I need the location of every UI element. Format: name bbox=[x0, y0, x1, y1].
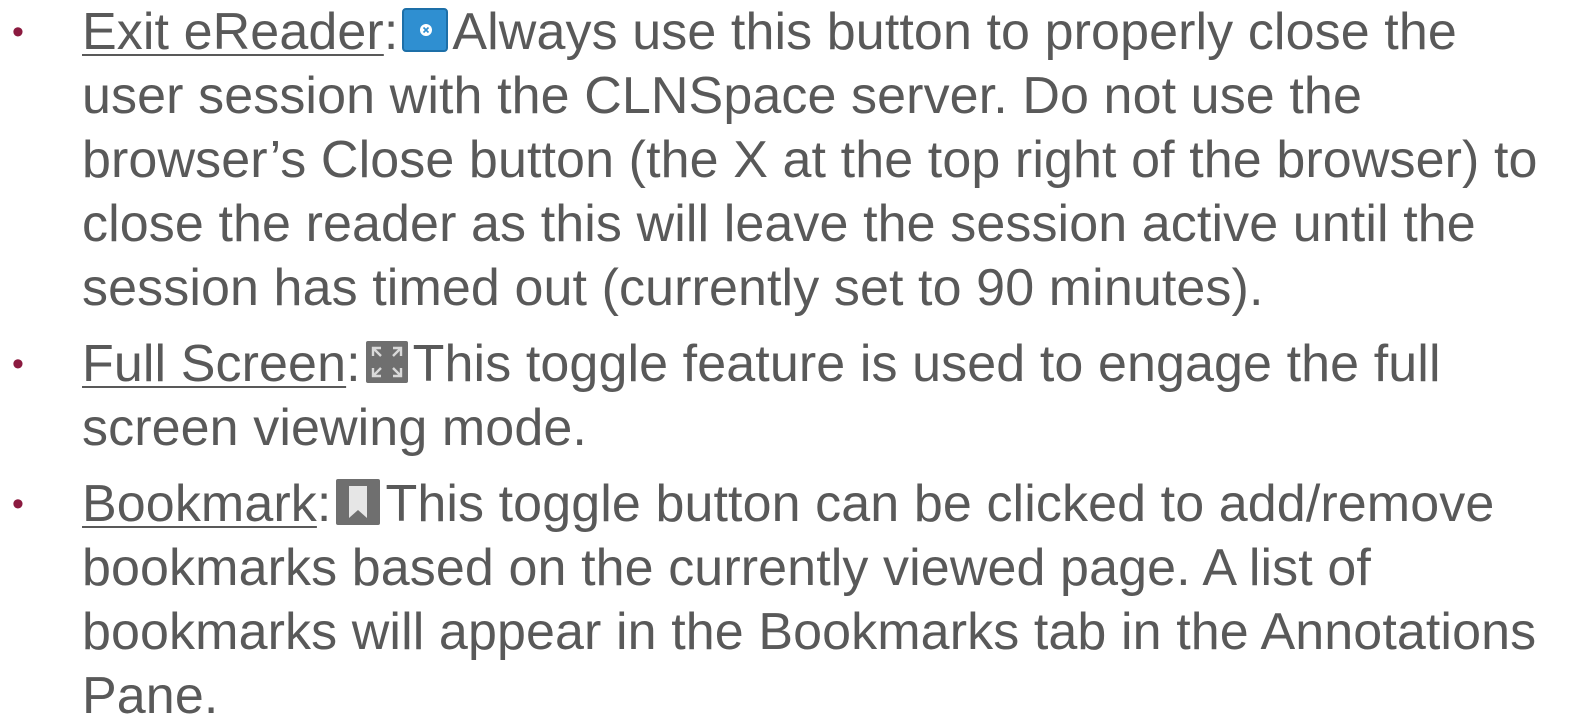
bookmark-icon bbox=[335, 478, 381, 526]
term-full-screen: Full Screen bbox=[82, 335, 347, 393]
term-separator: : bbox=[346, 335, 361, 393]
bullet-dot: • bbox=[12, 13, 25, 51]
bullet-bookmark: • Bookmark: This toggle button can be cli… bbox=[0, 472, 1581, 728]
term-exit-ereader: Exit eReader bbox=[82, 3, 384, 61]
bullet-full-screen: • Full Screen: This toggle feature is use… bbox=[0, 332, 1581, 460]
full-screen-icon bbox=[365, 340, 409, 384]
term-separator: : bbox=[316, 475, 332, 533]
bullet-dot: • bbox=[12, 485, 25, 523]
term-separator: : bbox=[383, 3, 399, 61]
bullet-exit-ereader: • Exit eReader: Always use this button to… bbox=[0, 0, 1581, 320]
slide: • Exit eReader: Always use this button to… bbox=[0, 0, 1581, 725]
term-bookmark: Bookmark bbox=[82, 475, 317, 533]
bullet-dot: • bbox=[12, 345, 25, 383]
exit-ereader-icon bbox=[402, 8, 449, 53]
